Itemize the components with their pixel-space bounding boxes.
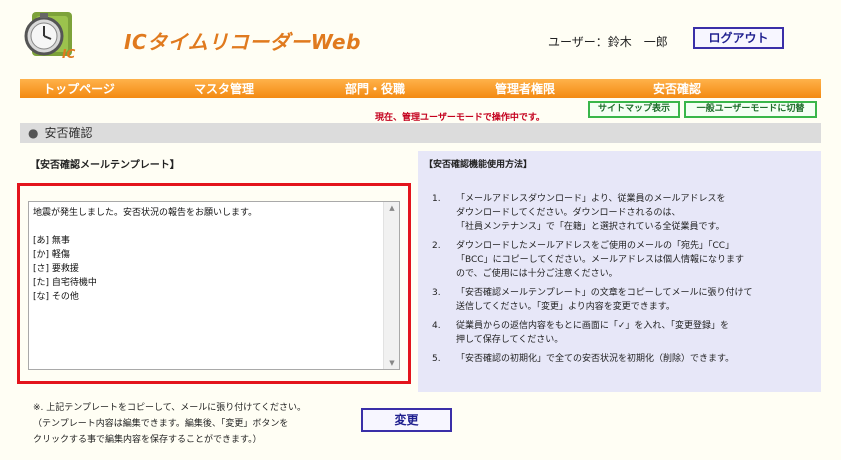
instructions-title: 【安否確認機能使用方法】 — [424, 160, 533, 170]
header: IC ICタイムリコーダーWeb ユーザー：鈴木 一郎 ログアウト — [0, 0, 841, 78]
main-nav: トップページ マスタ管理 部門・役職 管理者権限 安否確認 — [20, 79, 821, 98]
nav-item-admin[interactable]: 管理者権限 — [440, 80, 610, 97]
scroll-down-arrow-icon[interactable]: ▼ — [384, 359, 400, 367]
change-button[interactable]: 変更 — [361, 408, 452, 432]
template-textarea[interactable]: 地震が発生しました。安否状況の報告をお願いします。 [あ] 無事 [か] 軽傷 … — [28, 201, 400, 370]
instruction-item: 2. ダウンロードしたメールアドレスをご使用のメールの「宛先」「CC」 「BCC」… — [432, 241, 745, 279]
instruction-item: 4. 従業員からの返信内容をもとに画面に「✓」を入れ、「変更登録」を 押して保存し… — [432, 321, 729, 345]
section-title: 安否確認 — [44, 126, 93, 140]
template-text[interactable]: 地震が発生しました。安否状況の報告をお願いします。 [あ] 無事 [か] 軽傷 … — [33, 206, 379, 304]
nav-item-top[interactable]: トップページ — [20, 80, 138, 97]
scroll-up-arrow-icon[interactable]: ▲ — [384, 204, 400, 212]
section-header: ● 安否確認 — [20, 123, 821, 143]
svg-text:IC: IC — [62, 47, 75, 61]
sitemap-button[interactable]: サイトマップ表示 — [588, 101, 680, 118]
logout-button[interactable]: ログアウト — [693, 27, 784, 49]
instructions-panel: 【安否確認機能使用方法】 1. 「メールアドレスダウンロード」より、従業員のメール… — [418, 151, 821, 392]
template-title: 【安否確認メールテンプレート】 — [30, 160, 180, 171]
bullet-icon: ● — [28, 126, 39, 140]
app-title: ICタイムリコーダーWeb — [124, 30, 361, 54]
nav-item-safety[interactable]: 安否確認 — [610, 80, 744, 97]
instruction-item: 5. 「安否確認の初期化」で全ての安否状況を初期化（削除）できます。 — [432, 354, 735, 364]
instructions-list: 1. 「メールアドレスダウンロード」より、従業員のメールアドレスを ダウンロードし… — [418, 192, 821, 371]
footnote-text: ※. 上記テンプレートをコピーして、メールに張り付けてください。 （テンプレート… — [33, 403, 307, 445]
general-mode-button[interactable]: 一般ユーザーモードに切替 — [684, 101, 817, 118]
instruction-item: 3. 「安否確認メールテンプレート」の文章をコピーしてメールに張り付けて 送信して… — [432, 288, 753, 312]
nav-item-department[interactable]: 部門・役職 — [310, 80, 440, 97]
user-label: ユーザー：鈴木 一郎 — [548, 35, 668, 49]
instruction-item: 1. 「メールアドレスダウンロード」より、従業員のメールアドレスを ダウンロードし… — [432, 194, 726, 232]
clock-logo-icon: IC — [18, 6, 80, 68]
textarea-scrollbar[interactable]: ▲ ▼ — [383, 202, 399, 369]
nav-item-master[interactable]: マスタ管理 — [138, 80, 310, 97]
mode-notice: 現在、管理ユーザーモードで操作中です。 — [375, 113, 545, 123]
